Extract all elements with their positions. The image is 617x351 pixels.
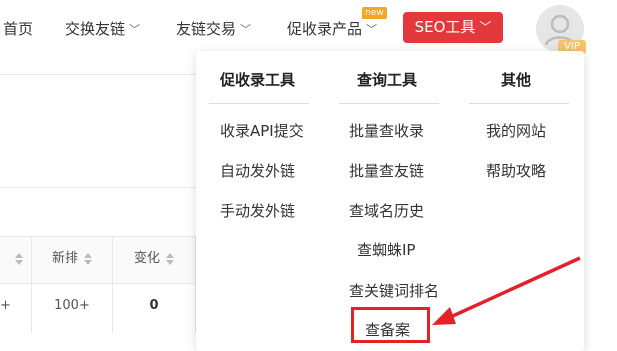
column-rule (339, 103, 439, 104)
sort-icon (14, 252, 23, 265)
column-rule (469, 103, 569, 104)
nav-link-trade[interactable]: 友链交易 ﹀ (176, 18, 251, 39)
table-cell: 100+ (54, 298, 90, 313)
menu-item-help[interactable]: 帮助攻略 (486, 160, 546, 181)
seo-tools-button[interactable]: SEO工具 ﹀ (403, 12, 503, 43)
nav-exchange-links[interactable]: 交换友链 ﹀ (65, 18, 140, 39)
table-header-new-rank[interactable]: 新排 (32, 236, 112, 282)
table-cell: 0 (149, 298, 159, 313)
menu-item-my-sites[interactable]: 我的网站 (486, 120, 546, 141)
menu-item-domain-history[interactable]: 查域名历史 (349, 200, 424, 221)
table-cell: + (0, 298, 11, 313)
menu-item-batch-index[interactable]: 批量查收录 (349, 120, 424, 141)
menu-item-api-submit[interactable]: 收录API提交 (220, 120, 304, 141)
menu-item-keyword-rank[interactable]: 查关键词排名 (349, 280, 439, 301)
menu-item-manual-backlinks[interactable]: 手动发外链 (220, 200, 295, 221)
table-header-change[interactable]: 变化 (113, 236, 195, 282)
top-nav: 首页 交换友链 ﹀ 友链交易 ﹀ 促收录产品 ﹀ new SEO工具 ﹀ VIP (0, 0, 617, 58)
seo-tools-dropdown: 促收录工具 查询工具 其他 收录API提交 自动发外链 手动发外链 批量查收录 … (196, 51, 584, 351)
header-label: 新排 (51, 251, 78, 266)
nav-exchange-label: 交换友链 (65, 20, 126, 38)
nav-trade-label: 友链交易 (176, 20, 237, 38)
ranking-table: 新排 变化 + 100+ 0 (0, 236, 196, 345)
column-rule (209, 103, 309, 104)
seo-tools-label: SEO工具 (414, 18, 476, 36)
chevron-down-icon: ﹀ (366, 23, 378, 36)
header-label: 变化 (133, 251, 160, 266)
nav-home[interactable]: 首页 (3, 18, 33, 39)
divider (0, 187, 196, 188)
table-header-cell[interactable] (0, 236, 31, 282)
chevron-down-icon: ﹀ (479, 20, 492, 34)
sort-icon (84, 252, 92, 265)
column-title-query-tools: 查询工具 (357, 71, 418, 89)
column-title-other: 其他 (501, 71, 532, 89)
annotation-highlight-box (351, 307, 430, 343)
sort-icon (166, 252, 174, 265)
chevron-down-icon: ﹀ (240, 23, 252, 36)
menu-item-spider-ip[interactable]: 查蜘蛛IP (357, 239, 415, 260)
nav-products[interactable]: 促收录产品 ﹀ (287, 18, 377, 39)
column-title-indexing-tools: 促收录工具 (220, 71, 296, 89)
chevron-down-icon: ﹀ (129, 23, 141, 36)
new-badge: new (362, 7, 387, 19)
nav-products-label: 促收录产品 (287, 20, 363, 38)
divider (0, 74, 196, 75)
menu-item-batch-links[interactable]: 批量查友链 (349, 160, 424, 181)
menu-item-auto-backlinks[interactable]: 自动发外链 (220, 160, 295, 181)
